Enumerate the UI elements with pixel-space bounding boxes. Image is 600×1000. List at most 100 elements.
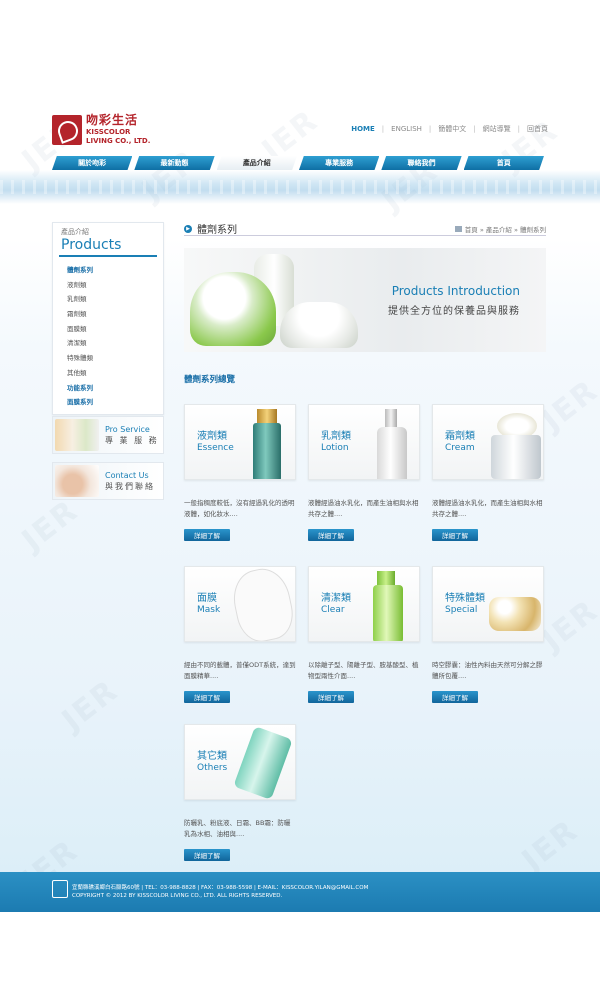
product-image-mask[interactable]: 面膜 Mask <box>184 566 296 642</box>
sidebar-item-lotion[interactable]: 乳劑類 <box>67 292 163 307</box>
contact-us-label-en: Contact Us <box>105 471 149 480</box>
topnav-separator: | <box>517 125 520 133</box>
pro-service-image <box>55 419 99 451</box>
sidebar-item-liquid[interactable]: 液劑類 <box>67 278 163 293</box>
products-banner: Products Introduction 提供全方位的保養品與服務 <box>184 248 546 352</box>
home-icon <box>454 225 462 232</box>
water-ripple-decoration <box>0 180 600 194</box>
sidebar-title-cn: 產品介紹 <box>61 228 89 236</box>
product-name-cn: 面膜 <box>197 593 217 604</box>
product-name-cn: 霜劑類 <box>445 431 475 442</box>
topnav-home[interactable]: HOME <box>351 125 375 133</box>
product-image-clear[interactable]: 清潔類 Clear <box>308 566 420 642</box>
product-name-en: Clear <box>321 605 345 615</box>
sidebar-item-function-series[interactable]: 功能系列 <box>67 381 163 396</box>
brand-name-cn: 吻彩生活 <box>86 113 139 127</box>
product-description: 經由不同的載體，普僅ODT系統，達到面膜精華.... <box>184 661 296 680</box>
nav-tab-home[interactable]: 首頁 <box>463 156 544 170</box>
cleanser-bottle-icon <box>373 585 403 641</box>
product-name-en: Lotion <box>321 443 349 453</box>
sidebar-item-mask-series[interactable]: 面膜系列 <box>67 395 163 410</box>
product-image-essence[interactable]: 液劑類 Essence <box>184 404 296 480</box>
cream-jar-icon <box>491 435 541 479</box>
pump-icon <box>377 571 395 585</box>
lotion-bottle-icon <box>377 427 407 479</box>
section-title: 體劑系列總覽 <box>184 375 236 385</box>
product-name-cn: 乳劑類 <box>321 431 351 442</box>
product-image-special[interactable]: 特殊體類 Special <box>432 566 544 642</box>
detail-button[interactable]: 詳細了解 <box>184 849 230 861</box>
product-image-others[interactable]: 其它類 Others <box>184 724 296 800</box>
product-description: 一般指稠度較低，沒有經過乳化的透明液體，如化妝水.... <box>184 499 295 518</box>
detail-button[interactable]: 詳細了解 <box>308 529 354 541</box>
detail-button[interactable]: 詳細了解 <box>308 691 354 703</box>
pro-service-label-cn: 專 業 服 務 <box>105 436 159 445</box>
product-name-en: Others <box>197 763 228 773</box>
main-nav: 關於吻彩 最新動態 產品介紹 專業服務 聯絡我們 首頁 <box>52 156 546 170</box>
product-card-essence: 液劑類 Essence 一般指稠度較低，沒有經過乳化的透明液體，如化妝水....… <box>184 404 296 541</box>
product-image-lotion[interactable]: 乳劑類 Lotion <box>308 404 420 480</box>
brand-name-en-sub: LIVING CO., LTD. <box>86 137 151 145</box>
footer-contact-info: 宜蘭縣礁溪鄉白石腳路60號 | TEL：03-988-8828 | FAX：03… <box>72 885 369 891</box>
topnav-sitemap[interactable]: 網站導覽 <box>483 124 511 134</box>
sidebar-item-body-series[interactable]: 體劑系列 <box>67 263 163 278</box>
sidebar-item-cream[interactable]: 霜劑類 <box>67 307 163 322</box>
detail-button[interactable]: 詳細了解 <box>432 691 478 703</box>
product-image-cream[interactable]: 霜劑類 Cream <box>432 404 544 480</box>
product-description: 液體經過油水乳化，而產生油相與水相共存之體.... <box>308 499 419 518</box>
face-mask-icon <box>228 567 295 641</box>
top-utility-nav: HOME | ENGLISH | 簡體中文 | 網站導覽 | 回首頁 <box>351 124 548 134</box>
contact-us-promo[interactable]: Contact Us 與我們聯絡 <box>52 462 164 500</box>
sidebar-item-special[interactable]: 特殊體類 <box>67 351 163 366</box>
pro-service-promo[interactable]: Pro Service 專 業 服 務 <box>52 416 164 454</box>
product-name-en: Cream <box>445 443 475 453</box>
product-name-cn: 液劑類 <box>197 431 227 442</box>
detail-button[interactable]: 詳細了解 <box>184 691 230 703</box>
product-name-en: Special <box>445 605 478 615</box>
brand-logo[interactable]: 吻彩生活 KISSCOLOR LIVING CO., LTD. <box>52 114 150 146</box>
topnav-separator: | <box>381 125 385 133</box>
product-description: 時空膠囊：油性內料由天然可分解之膠體所包覆.... <box>432 661 543 680</box>
product-description: 防曬乳、粉底液、日霜、BB霜：防曬乳為水相、油相與.... <box>184 819 291 838</box>
nav-tab-services[interactable]: 專業服務 <box>298 156 380 170</box>
sidebar-divider <box>59 255 157 257</box>
nav-tab-about[interactable]: 關於吻彩 <box>52 156 133 170</box>
topnav-separator: | <box>428 125 432 133</box>
topnav-simplified-chinese[interactable]: 簡體中文 <box>438 124 466 134</box>
sidebar-item-cleansing[interactable]: 清潔類 <box>67 336 163 351</box>
product-card-lotion: 乳劑類 Lotion 液體經過油水乳化，而產生油相與水相共存之體.... 詳細了… <box>308 404 420 541</box>
product-card-special: 特殊體類 Special 時空膠囊：油性內料由天然可分解之膠體所包覆.... 詳… <box>432 566 544 703</box>
logo-mark-icon <box>52 115 82 145</box>
page-title: 體劑系列 <box>197 225 237 236</box>
banner-title-en: Products Introduction <box>391 284 520 298</box>
detail-button[interactable]: 詳細了解 <box>432 529 478 541</box>
detail-button[interactable]: 詳細了解 <box>184 529 230 541</box>
contact-us-image <box>55 465 99 497</box>
nav-tab-contact[interactable]: 聯絡我們 <box>381 156 462 170</box>
product-name-cn: 特殊體類 <box>445 593 485 604</box>
breadcrumb-text[interactable]: 首頁 » 產品介紹 » 體劑系列 <box>465 224 546 234</box>
topnav-english[interactable]: ENGLISH <box>391 125 422 133</box>
breadcrumb: 首頁 » 產品介紹 » 體劑系列 <box>454 224 546 234</box>
brand-name-en: KISSCOLOR <box>86 128 131 136</box>
pump-icon <box>385 409 397 427</box>
contact-us-label-cn: 與我們聯絡 <box>105 482 155 491</box>
sidebar-item-mask[interactable]: 面膜類 <box>67 322 163 337</box>
product-sidebar: 產品介紹 Products 體劑系列 液劑類 乳劑類 霜劑類 面膜類 清潔類 特… <box>52 222 164 415</box>
product-card-clear: 清潔類 Clear 以除離子型、陽離子型、胺基酸型、植物型兩性介面.... 詳細… <box>308 566 420 703</box>
nav-tab-products[interactable]: 產品介紹 <box>216 156 297 170</box>
site-footer: 宜蘭縣礁溪鄉白石腳路60號 | TEL：03-988-8828 | FAX：03… <box>0 872 600 912</box>
banner-subtitle-cn: 提供全方位的保養品與服務 <box>388 306 520 317</box>
product-card-cream: 霜劑類 Cream 液體經過油水乳化，而產生油相與水相共存之體.... 詳細了解 <box>432 404 544 541</box>
topnav-back-home[interactable]: 回首頁 <box>527 124 548 134</box>
footer-logo-icon <box>52 880 68 898</box>
product-name-en: Essence <box>197 443 234 453</box>
tube-icon <box>233 726 293 799</box>
sidebar-title-en: Products <box>61 237 122 253</box>
sidebar-item-other[interactable]: 其他類 <box>67 366 163 381</box>
topnav-separator: | <box>473 125 476 133</box>
nav-tab-news[interactable]: 最新動態 <box>134 156 215 170</box>
product-card-others: 其它類 Others 防曬乳、粉底液、日霜、BB霜：防曬乳為水相、油相與....… <box>184 724 296 861</box>
essence-bottle-icon <box>253 423 281 479</box>
title-bullet-icon: ▶ <box>184 224 192 233</box>
